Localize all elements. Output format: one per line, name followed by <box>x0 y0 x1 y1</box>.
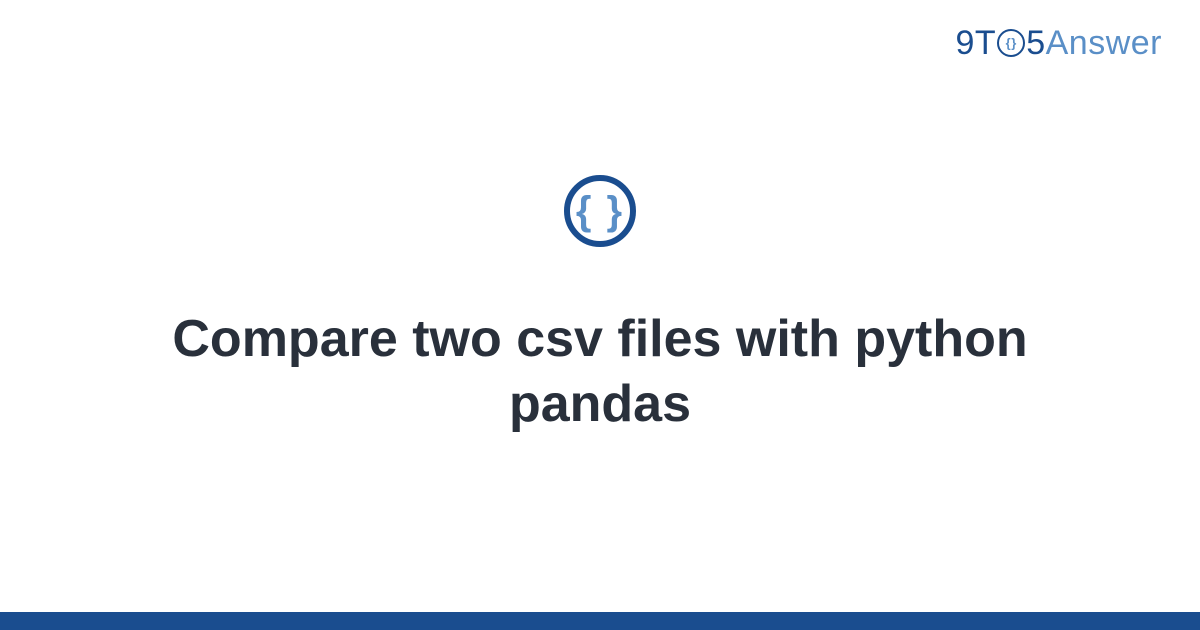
main-content: { } Compare two csv files with python pa… <box>0 0 1200 612</box>
code-braces-circle-icon: { } <box>564 175 636 247</box>
page-title: Compare two csv files with python pandas <box>75 307 1125 437</box>
braces-glyph-icon: { } <box>576 191 624 231</box>
footer-accent-bar <box>0 612 1200 630</box>
